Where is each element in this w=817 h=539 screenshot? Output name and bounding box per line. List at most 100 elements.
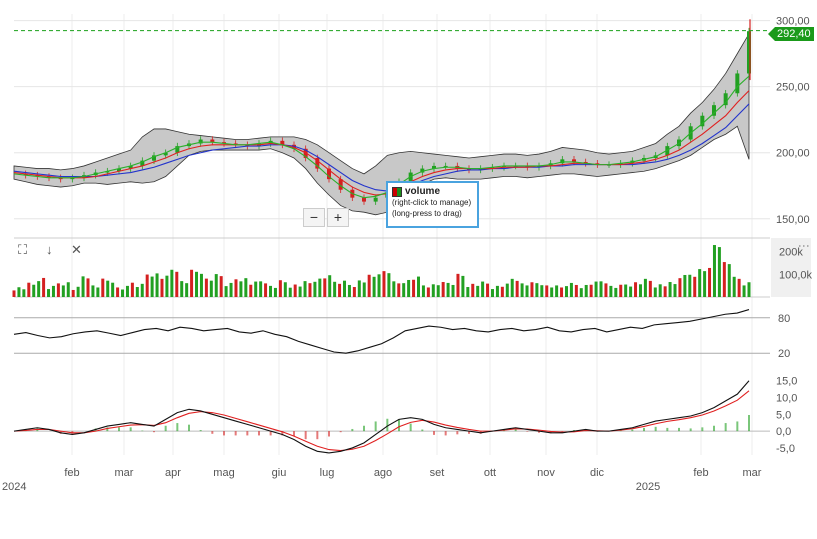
volume-bar xyxy=(239,281,243,297)
macd-histogram-bar xyxy=(713,425,715,432)
volume-bar xyxy=(125,285,129,297)
volume-bar xyxy=(288,287,292,297)
volume-bar xyxy=(638,284,642,297)
volume-bar xyxy=(634,282,638,297)
volume-bar xyxy=(338,283,342,297)
volume-bar xyxy=(234,279,238,297)
volume-bar xyxy=(318,278,322,297)
volume-bar xyxy=(594,281,598,297)
candle-body xyxy=(373,197,378,202)
volume-bar xyxy=(505,283,509,297)
volume-bar xyxy=(574,284,578,297)
volume-bar xyxy=(668,282,672,297)
volume-bar xyxy=(609,285,613,297)
macd-histogram-bar xyxy=(176,423,179,432)
volume-bar xyxy=(648,280,652,297)
macd-histogram-bar xyxy=(666,427,669,432)
volume-bar xyxy=(530,282,534,297)
volume-bar xyxy=(269,285,273,297)
volume-bar xyxy=(160,278,164,297)
volume-bar xyxy=(150,276,154,297)
macd-histogram-bar xyxy=(223,431,225,436)
candle-body xyxy=(362,197,366,202)
macd-histogram-bar xyxy=(188,424,190,432)
volume-bar xyxy=(283,282,287,297)
volume-bar xyxy=(545,285,549,297)
chart-svg[interactable]: 300,00250,00200,00150,00200k100,0k802015… xyxy=(0,0,817,534)
price-tick-label: 250,00 xyxy=(776,82,810,94)
volume-bar xyxy=(219,276,223,297)
month-tick-label: mag xyxy=(213,467,234,479)
volume-bar xyxy=(737,278,741,297)
macd-histogram-bar xyxy=(118,427,120,432)
volume-bar xyxy=(416,276,420,297)
volume-bar xyxy=(683,274,687,297)
volume-bar xyxy=(195,271,199,297)
year-tick-label: 2024 xyxy=(2,481,26,493)
tooltip-line2: (long-press to drag) xyxy=(392,209,462,218)
volume-panel[interactable] xyxy=(12,245,751,297)
volume-bar xyxy=(658,284,662,297)
macd-histogram-bar xyxy=(339,431,342,433)
volume-bar xyxy=(476,285,480,297)
fullscreen-icon[interactable]: ⛶ xyxy=(18,242,27,258)
volume-bar xyxy=(37,281,41,297)
macd-histogram-bar xyxy=(724,423,727,432)
volume-bar xyxy=(535,283,539,297)
macd-histogram-bar xyxy=(328,431,330,437)
volume-bar xyxy=(673,284,677,297)
month-tick-label: dic xyxy=(590,467,605,479)
macd-tick-label: 15,0 xyxy=(776,376,797,388)
volume-swatch-icon xyxy=(392,186,402,197)
panel-menu-icon[interactable]: ⋮ xyxy=(797,240,811,252)
macd-histogram-bar xyxy=(421,429,424,432)
macd-histogram-bar xyxy=(643,427,645,432)
macd-histogram-bar xyxy=(211,431,214,434)
volume-bar xyxy=(76,286,80,297)
macd-tick-label: 5,0 xyxy=(776,409,791,421)
month-tick-label: feb xyxy=(64,467,79,479)
volume-bar xyxy=(86,278,90,297)
volume-bar xyxy=(343,280,347,297)
price-tick-label: 200,00 xyxy=(776,148,810,160)
volume-bar xyxy=(106,280,110,297)
zoom-in-button[interactable]: + xyxy=(327,208,349,227)
volume-bar xyxy=(56,283,60,297)
volume-bar xyxy=(308,283,312,297)
volume-bar xyxy=(135,287,139,297)
month-tick-label: ott xyxy=(484,467,496,479)
volume-bar xyxy=(145,274,149,297)
month-tick-label: nov xyxy=(537,467,555,479)
volume-bar xyxy=(500,286,504,297)
volume-bar xyxy=(32,284,36,297)
volume-bar xyxy=(703,271,707,297)
volume-bar xyxy=(224,286,228,297)
volume-bar xyxy=(362,282,366,297)
volume-bar xyxy=(175,271,179,297)
close-icon[interactable]: ✕ xyxy=(71,242,82,258)
tooltip-title: volume xyxy=(405,186,441,197)
macd-histogram-bar xyxy=(141,430,144,432)
volume-tooltip[interactable]: volume (right-click to manage) (long-pre… xyxy=(386,181,479,228)
macd-tick-label: 0,0 xyxy=(776,426,791,438)
volume-tick-label: 100,0k xyxy=(779,269,813,281)
volume-bar xyxy=(372,276,376,297)
osc-tick-label: 20 xyxy=(778,348,790,360)
volume-bar xyxy=(352,287,356,297)
download-icon[interactable]: ↓ xyxy=(46,242,53,257)
macd-histogram-bar xyxy=(304,431,307,440)
volume-bar xyxy=(121,289,125,297)
zoom-out-button[interactable]: − xyxy=(303,208,325,227)
volume-bar xyxy=(698,269,702,297)
macd-histogram-bar xyxy=(153,431,155,433)
macd-tick-label: 10,0 xyxy=(776,393,797,405)
volume-bar xyxy=(693,276,697,297)
osc-tick-label: 80 xyxy=(778,313,790,325)
price-tick-label: 150,00 xyxy=(776,214,810,226)
volume-bar xyxy=(624,284,628,297)
volume-bar xyxy=(486,283,490,297)
volume-bar xyxy=(451,284,455,297)
volume-bar xyxy=(412,279,416,297)
volume-bar xyxy=(614,287,618,297)
volume-bar xyxy=(244,278,248,297)
